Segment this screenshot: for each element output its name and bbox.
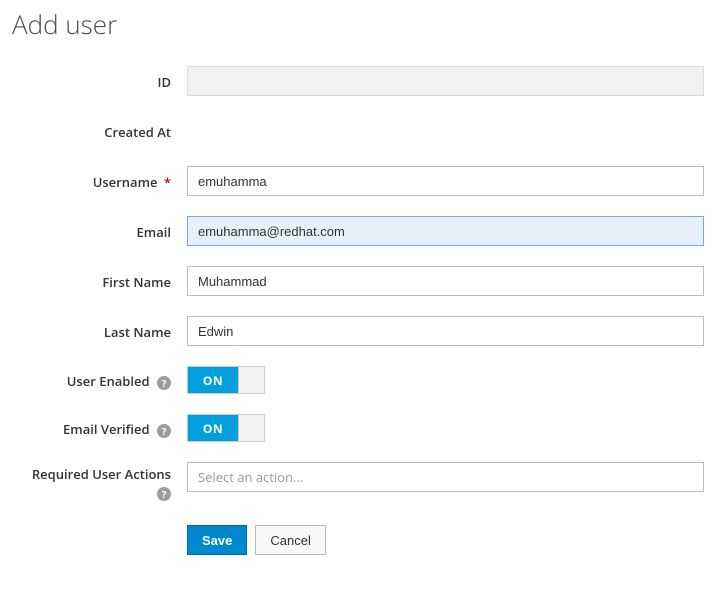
- label-email: Email: [12, 220, 187, 241]
- row-required-actions: Required User Actions ? Select an action…: [12, 462, 704, 501]
- label-user-enabled-text: User Enabled: [67, 372, 150, 390]
- toggle-handle: [238, 367, 264, 393]
- label-username-text: Username: [93, 173, 158, 191]
- help-icon[interactable]: ?: [157, 487, 171, 501]
- label-required-actions-text: Required User Actions: [32, 465, 171, 483]
- label-email-verified-text: Email Verified: [63, 420, 150, 438]
- row-username: Username *: [12, 166, 704, 196]
- row-last-name: Last Name: [12, 316, 704, 346]
- username-input[interactable]: [187, 166, 704, 196]
- row-buttons: Save Cancel: [12, 521, 704, 555]
- row-email: Email: [12, 216, 704, 246]
- help-icon[interactable]: ?: [157, 424, 171, 438]
- toggle-on-label: ON: [188, 367, 238, 393]
- required-actions-select[interactable]: Select an action...: [187, 462, 704, 492]
- row-id: ID: [12, 66, 704, 96]
- cancel-button[interactable]: Cancel: [255, 525, 325, 555]
- first-name-input[interactable]: [187, 266, 704, 296]
- toggle-handle: [238, 415, 264, 441]
- user-enabled-toggle[interactable]: ON: [187, 366, 265, 394]
- label-user-enabled: User Enabled ?: [12, 369, 187, 390]
- label-created-at: Created At: [12, 120, 187, 141]
- label-username: Username *: [12, 170, 187, 191]
- row-user-enabled: User Enabled ? ON: [12, 366, 704, 394]
- email-verified-toggle[interactable]: ON: [187, 414, 265, 442]
- id-input: [187, 66, 704, 96]
- label-last-name: Last Name: [12, 320, 187, 341]
- required-marker: *: [164, 173, 171, 191]
- row-created-at: Created At: [12, 116, 704, 146]
- add-user-form: ID Created At Username * Email First Nam…: [12, 66, 704, 555]
- help-icon[interactable]: ?: [157, 376, 171, 390]
- save-button[interactable]: Save: [187, 525, 247, 555]
- email-input[interactable]: [187, 216, 704, 246]
- label-email-verified: Email Verified ?: [12, 417, 187, 438]
- required-actions-placeholder: Select an action...: [198, 468, 303, 486]
- label-id: ID: [12, 70, 187, 91]
- label-required-actions: Required User Actions ?: [12, 462, 187, 501]
- label-first-name: First Name: [12, 270, 187, 291]
- page-title: Add user: [12, 6, 704, 42]
- row-email-verified: Email Verified ? ON: [12, 414, 704, 442]
- toggle-on-label: ON: [188, 415, 238, 441]
- created-at-value: [187, 116, 704, 146]
- row-first-name: First Name: [12, 266, 704, 296]
- last-name-input[interactable]: [187, 316, 704, 346]
